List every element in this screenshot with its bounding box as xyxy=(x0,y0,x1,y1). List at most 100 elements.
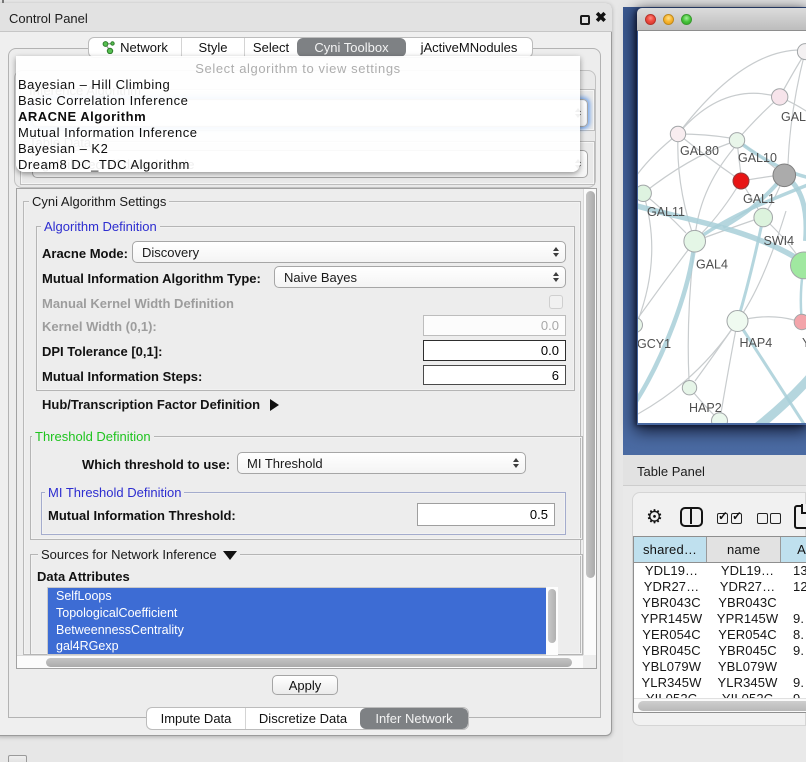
table-row[interactable]: YER054CYER054C8. xyxy=(634,627,806,643)
data-attribute-item-selected[interactable]: TopologicalCoefficient xyxy=(48,605,546,622)
algorithm-option[interactable]: ARACNE Algorithm xyxy=(18,109,572,125)
close-traffic-light[interactable] xyxy=(645,14,656,25)
settings-hscrollbar-thumb[interactable] xyxy=(46,658,572,667)
data-attribute-item-selected[interactable]: SelfLoops xyxy=(48,588,546,605)
mi-algorithm-type-combo[interactable]: Naive Bayes xyxy=(274,266,566,288)
table-row[interactable]: YPR145WYPR145W9. xyxy=(634,611,806,627)
settings-vscrollbar-thumb[interactable] xyxy=(586,191,595,578)
sources-group-title[interactable]: Sources for Network Inference xyxy=(38,547,240,562)
table-cell: 8. xyxy=(786,627,806,642)
data-attributes-list[interactable]: SelfLoopsTopologicalCoefficientBetweenne… xyxy=(47,587,558,655)
table-cell: YPR145W xyxy=(634,611,709,626)
network-node[interactable] xyxy=(684,230,706,252)
mi-threshold-definition-title: MI Threshold Definition xyxy=(45,485,184,500)
network-node[interactable] xyxy=(733,173,749,189)
network-node[interactable] xyxy=(727,311,748,332)
network-node[interactable] xyxy=(638,318,643,333)
float-window-icon[interactable] xyxy=(580,15,590,25)
tab-network[interactable]: Network xyxy=(89,38,181,57)
algorithm-option[interactable]: Bayesian – Hill Climbing xyxy=(18,77,572,93)
network-edge-highlighted[interactable] xyxy=(638,241,695,403)
network-node-label: GAL1 xyxy=(743,192,775,206)
network-edge[interactable] xyxy=(788,52,805,164)
close-icon[interactable]: ✖ xyxy=(595,9,607,26)
attributes-scrollbar-thumb[interactable] xyxy=(548,589,556,643)
unchecked-checkbox-icon[interactable] xyxy=(770,513,781,524)
bottom-tab-impute-data[interactable]: Impute Data xyxy=(147,708,245,729)
algorithm-option[interactable]: Bayesian – K2 xyxy=(18,141,572,157)
table-cell: 13 xyxy=(786,563,806,578)
gear-icon[interactable]: ⚙ xyxy=(646,506,663,528)
unchecked-checkbox-icon[interactable] xyxy=(757,513,768,524)
network-node[interactable] xyxy=(638,185,651,201)
tab-select[interactable]: Select xyxy=(244,38,297,57)
control-panel-titlebar[interactable] xyxy=(0,3,612,32)
network-node[interactable] xyxy=(670,126,685,141)
table-row[interactable]: YBR043CYBR043C xyxy=(634,595,806,611)
network-edge[interactable] xyxy=(678,93,779,134)
manual-kernel-width-checkbox[interactable] xyxy=(549,295,563,309)
network-node[interactable] xyxy=(794,314,806,329)
network-node[interactable] xyxy=(754,208,773,227)
apply-button[interactable]: Apply xyxy=(272,675,338,695)
algorithm-option[interactable]: Basic Correlation Inference xyxy=(18,93,572,109)
sources-title-label: Sources for Network Inference xyxy=(41,547,217,562)
table-cell: YER054C xyxy=(634,627,709,642)
tab-cyni-toolbox[interactable]: Cyni Toolbox xyxy=(297,38,406,57)
tab-label: Cyni Toolbox xyxy=(314,40,388,55)
network-canvas[interactable]: GALGAL80GAL10GAL1GAL11SWI4GAL4GCY1HAP4YH… xyxy=(638,31,806,423)
document-icon[interactable] xyxy=(794,505,806,529)
network-node[interactable] xyxy=(682,381,696,395)
table-row[interactable]: YLR345WYLR345W9. xyxy=(634,674,806,690)
table-row[interactable]: YDR27…YDR27…12 xyxy=(634,579,806,595)
table-header: shared… name A xyxy=(634,537,806,563)
table-hscrollbar-thumb[interactable] xyxy=(638,701,806,711)
checked-checkbox-icon[interactable] xyxy=(717,513,728,524)
table-hscrollbar-track[interactable] xyxy=(634,698,806,712)
network-window-titlebar[interactable] xyxy=(637,8,806,31)
tab-style[interactable]: Style xyxy=(181,38,244,57)
split-columns-icon[interactable] xyxy=(680,507,703,527)
tab-label: Network xyxy=(120,40,168,55)
network-node-label: HAP4 xyxy=(740,336,773,350)
manual-kernel-width-label: Manual Kernel Width Definition xyxy=(42,296,234,311)
column-header-partial[interactable]: A xyxy=(780,537,806,562)
mi-algorithm-type-value: Naive Bayes xyxy=(275,270,547,285)
network-node[interactable] xyxy=(729,133,744,148)
table-row[interactable]: YDL19…YDL19…13 xyxy=(634,563,806,579)
minimized-panel-button[interactable] xyxy=(8,755,27,762)
table-cell: YBR043C xyxy=(709,595,786,610)
checked-checkbox-icon[interactable] xyxy=(731,513,742,524)
algorithm-option[interactable]: Dream8 DC_TDC Algorithm xyxy=(18,157,572,173)
bottom-tab-infer-network[interactable]: Infer Network xyxy=(360,708,468,729)
network-edge[interactable] xyxy=(737,97,780,140)
mi-threshold-field[interactable]: 0.5 xyxy=(417,503,555,526)
dpi-tolerance-field[interactable]: 0.0 xyxy=(423,340,566,361)
dpi-tolerance-label: DPI Tolerance [0,1]: xyxy=(42,344,162,359)
algorithm-option[interactable]: Mutual Information Inference xyxy=(18,125,572,141)
bottom-tab-discretize-data[interactable]: Discretize Data xyxy=(245,708,360,729)
data-attribute-item-selected[interactable]: gal4RGexp xyxy=(48,638,546,655)
hub-transcription-factor-section[interactable]: Hub/Transcription Factor Definition xyxy=(42,397,279,412)
table-cell: YER054C xyxy=(709,627,786,642)
data-attribute-item-selected[interactable]: BetweennessCentrality xyxy=(48,622,546,639)
tab-label: Select xyxy=(253,40,289,55)
mi-steps-field[interactable]: 6 xyxy=(423,365,566,385)
aracne-mode-combo[interactable]: Discovery xyxy=(132,241,566,263)
network-node[interactable] xyxy=(797,44,806,60)
mi-algorithm-type-label: Mutual Information Algorithm Type: xyxy=(42,271,261,286)
column-header-name[interactable]: name xyxy=(706,537,780,562)
network-node[interactable] xyxy=(772,89,788,105)
column-header-shared-name[interactable]: shared… xyxy=(634,537,706,562)
tab-jactivemnodules[interactable]: jActiveMNodules xyxy=(406,38,532,57)
table-row[interactable]: YBR045CYBR045C9. xyxy=(634,642,806,658)
table-cell: YBR045C xyxy=(709,643,786,658)
table-cell: 9. xyxy=(786,611,806,626)
network-edge[interactable] xyxy=(721,321,738,413)
which-threshold-combo[interactable]: MI Threshold xyxy=(237,452,526,474)
zoom-traffic-light[interactable] xyxy=(681,14,692,25)
table-row[interactable]: YBL079WYBL079W xyxy=(634,658,806,674)
network-node[interactable] xyxy=(773,164,796,187)
minimize-traffic-light[interactable] xyxy=(663,14,674,25)
kernel-width-field[interactable]: 0.0 xyxy=(423,315,566,336)
